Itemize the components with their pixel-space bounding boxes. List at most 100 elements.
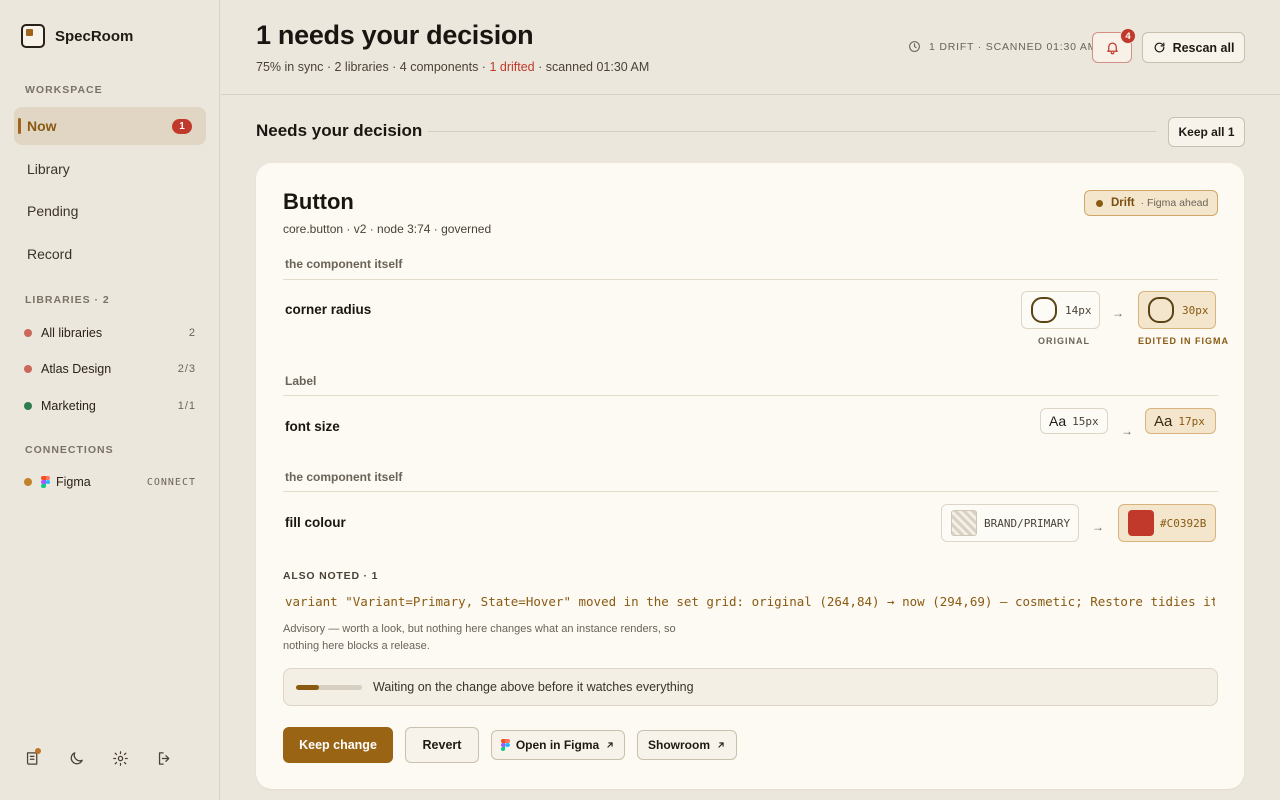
library-item-atlas-design[interactable]: Atlas Design 2/3 [24,358,196,380]
group-divider [283,395,1218,396]
logo-icon [21,24,45,48]
refresh-icon [1154,42,1165,53]
progress-fill [296,684,320,690]
rescan-all-button[interactable]: Rescan all [1142,32,1245,63]
open-figma-label: Open in Figma [515,738,600,752]
sidebar-item-pending[interactable]: Pending [14,192,206,230]
book-icon[interactable] [22,748,42,768]
sidebar-footer [22,748,174,768]
library-label: Marketing [41,399,96,413]
status-dot-icon [24,402,32,410]
group-divider [283,491,1218,492]
value-text: 14px [1065,303,1092,317]
status-dot-icon [24,365,32,373]
connections-label: CONNECTIONS [25,444,114,456]
page-subtitle: 75% in sync · 2 libraries · 4 components… [256,60,649,74]
value-text: 17px [1178,414,1205,428]
waiting-text: Waiting on the change above before it wa… [373,680,694,694]
keep-all-button[interactable]: Keep all 1 [1168,117,1245,147]
notifications-count-badge: 4 [1120,28,1136,44]
noted-change-text: variant "Variant=Primary, State=Hover" m… [285,594,1215,609]
gear-icon[interactable] [110,748,130,768]
figma-icon [41,476,50,488]
open-in-figma-button[interactable]: Open in Figma [491,730,625,760]
edited-caption: EDITED IN FIGMA [1138,336,1229,346]
original-caption: ORIGINAL [1038,336,1090,346]
value-text: BRAND/PRIMARY [984,516,1071,530]
library-item-all[interactable]: All libraries 2 [24,322,196,344]
app-name: SpecRoom [55,27,134,45]
value-text: 30px [1182,303,1209,317]
subtitle-summary: 75% in sync · 2 libraries · 4 components… [256,60,490,74]
library-label: Atlas Design [41,362,112,376]
group-label: Label [285,374,317,388]
figma-icon [500,739,510,751]
type-preview-glyph: Aa [1154,412,1173,430]
group-label: the component itself [285,470,403,484]
status-dot-icon [24,478,32,486]
rescan-label: Rescan all [1172,40,1235,55]
value-text: #C0392B [1160,516,1207,530]
section-title: Needs your decision [256,121,423,140]
original-value-font-size: Aa 15px [1040,408,1108,434]
drift-source: · Figma ahead [1140,197,1209,209]
bell-icon [1106,42,1118,55]
color-swatch-icon [1128,510,1154,536]
property-font-size: font size [285,419,340,434]
status-dot-icon [24,329,32,337]
edited-value-fill-colour: #C0392B [1118,504,1216,542]
arrow-right-icon: → [1092,520,1104,534]
showroom-label: Showroom [648,738,710,752]
notification-dot [35,748,41,754]
sidebar: SpecRoom WORKSPACE Now 1 Library Pending… [0,0,220,800]
edited-value-corner-radius: 30px [1138,291,1216,329]
notifications-button[interactable]: 4 [1092,28,1136,63]
workspace-label: WORKSPACE [25,84,103,96]
radius-preview-icon [1031,297,1057,323]
group-label: the component itself [285,257,403,271]
moon-icon[interactable] [66,748,86,768]
sidebar-item-library[interactable]: Library [14,150,206,188]
clock-icon [909,41,920,52]
brand[interactable]: SpecRoom [21,24,133,48]
sidebar-item-label: Library [27,161,70,177]
component-meta: core.button · v2 · node 3:74 · governed [283,222,492,236]
logout-icon[interactable] [154,748,174,768]
component-name: Button [283,189,354,214]
revert-button[interactable]: Revert [405,727,479,763]
radius-preview-icon [1148,297,1174,323]
scan-status-text: 1 DRIFT · SCANNED 01:30 AM [929,40,1098,53]
library-count: 1/1 [177,400,196,412]
advisory-text: Advisory — worth a look, but nothing her… [283,623,676,652]
sidebar-item-label: Pending [27,203,79,219]
property-corner-radius: corner radius [285,302,372,317]
waiting-status: Waiting on the change above before it wa… [283,668,1218,706]
sidebar-item-label: Record [27,246,73,262]
library-count: 2/3 [177,363,196,375]
library-item-marketing[interactable]: Marketing 1/1 [24,395,196,417]
original-value-fill-colour: BRAND/PRIMARY [941,504,1079,542]
original-value-corner-radius: 14px [1021,291,1100,329]
edited-value-font-size: Aa 17px [1145,408,1216,434]
sidebar-item-record[interactable]: Record [14,235,206,273]
sidebar-item-now[interactable]: Now 1 [14,107,206,145]
value-text: 15px [1072,414,1099,428]
arrow-right-icon: → [1121,424,1133,438]
connection-item-figma: Figma CONNECT [24,471,196,493]
token-swatch-icon [951,510,977,536]
decision-card: Button core.button · v2 · node 3:74 · go… [256,163,1244,789]
section-divider [428,131,1156,132]
showroom-button[interactable]: Showroom [637,730,737,760]
keep-change-button[interactable]: Keep change [283,727,393,763]
property-fill-colour: fill colour [285,515,346,530]
also-noted-label: ALSO NOTED · 1 [283,570,379,582]
connection-label: Figma [56,475,91,489]
drift-dot-icon [1096,199,1103,207]
now-count-badge: 1 [172,119,192,134]
subtitle-scan-time: · scanned 01:30 AM [534,60,650,74]
type-preview-glyph: Aa [1049,413,1067,429]
waiting-progress [296,684,362,690]
drift-label: Drift [1111,197,1135,209]
page-header: 1 needs your decision 75% in sync · 2 li… [221,0,1280,95]
connect-figma-button[interactable]: CONNECT [147,477,196,488]
